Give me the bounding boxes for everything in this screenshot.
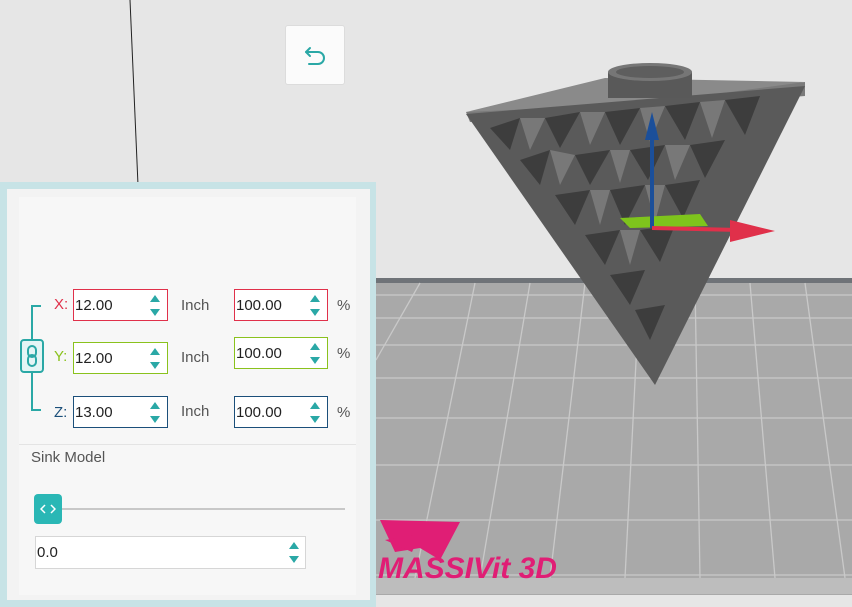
- x-axis-label: X:: [54, 296, 69, 313]
- chain-link-icon: [27, 345, 37, 367]
- increment-arrow-icon[interactable]: [150, 402, 160, 409]
- sink-slider-track[interactable]: [36, 508, 345, 510]
- x-size-stepper[interactable]: [149, 293, 161, 319]
- sink-value-field[interactable]: [35, 536, 306, 569]
- increment-arrow-icon[interactable]: [310, 343, 320, 350]
- uniform-scale-lock-button[interactable]: [20, 339, 44, 373]
- x-unit-label: Inch: [181, 297, 210, 314]
- decrement-arrow-icon[interactable]: [310, 309, 320, 316]
- sink-model-label: Sink Model: [31, 449, 106, 466]
- x-percent-field[interactable]: [234, 289, 328, 321]
- y-percent-unit: %: [337, 345, 351, 362]
- watermark-text: MASSIVit 3D: [378, 552, 557, 585]
- z-unit-label: Inch: [181, 403, 210, 420]
- build-plate: [376, 280, 852, 595]
- x-size-field[interactable]: [73, 289, 168, 321]
- reset-scale-button[interactable]: [285, 25, 345, 85]
- x-percent-input[interactable]: [236, 296, 306, 314]
- increment-arrow-icon[interactable]: [150, 348, 160, 355]
- increment-arrow-icon[interactable]: [150, 295, 160, 302]
- link-bracket-bottom-tick: [31, 409, 41, 411]
- link-bracket-bottom: [31, 373, 33, 411]
- y-unit-label: Inch: [181, 349, 210, 366]
- x-percent-stepper[interactable]: [309, 293, 321, 319]
- increment-arrow-icon[interactable]: [310, 402, 320, 409]
- increment-arrow-icon[interactable]: [289, 542, 299, 549]
- y-size-input[interactable]: [75, 349, 145, 367]
- z-percent-unit: %: [337, 404, 351, 421]
- y-percent-input[interactable]: [236, 344, 306, 362]
- x-size-input[interactable]: [75, 296, 145, 314]
- left-right-arrows-icon: [40, 504, 56, 514]
- z-size-field[interactable]: [73, 396, 168, 428]
- decrement-arrow-icon[interactable]: [150, 362, 160, 369]
- increment-arrow-icon[interactable]: [310, 295, 320, 302]
- decrement-arrow-icon[interactable]: [289, 556, 299, 563]
- y-size-stepper[interactable]: [149, 346, 161, 372]
- section-divider: [19, 444, 356, 445]
- z-size-input[interactable]: [75, 403, 145, 421]
- y-percent-field[interactable]: [234, 337, 328, 369]
- z-size-stepper[interactable]: [149, 400, 161, 426]
- x-percent-unit: %: [337, 297, 351, 314]
- y-percent-stepper[interactable]: [309, 341, 321, 367]
- decrement-arrow-icon[interactable]: [310, 357, 320, 364]
- y-axis-label: Y:: [54, 348, 68, 365]
- y-size-field[interactable]: [73, 342, 168, 374]
- decrement-arrow-icon[interactable]: [310, 416, 320, 423]
- z-percent-input[interactable]: [236, 403, 306, 421]
- link-bracket-top-tick: [31, 305, 41, 307]
- decrement-arrow-icon[interactable]: [150, 309, 160, 316]
- link-bracket-top: [31, 305, 33, 339]
- z-axis-label: Z:: [54, 404, 68, 421]
- sink-value-input[interactable]: [37, 544, 237, 561]
- undo-icon: [305, 47, 325, 65]
- z-percent-stepper[interactable]: [309, 400, 321, 426]
- z-percent-field[interactable]: [234, 396, 328, 428]
- sink-value-stepper[interactable]: [288, 540, 300, 566]
- sink-slider-thumb[interactable]: [34, 494, 62, 524]
- decrement-arrow-icon[interactable]: [150, 416, 160, 423]
